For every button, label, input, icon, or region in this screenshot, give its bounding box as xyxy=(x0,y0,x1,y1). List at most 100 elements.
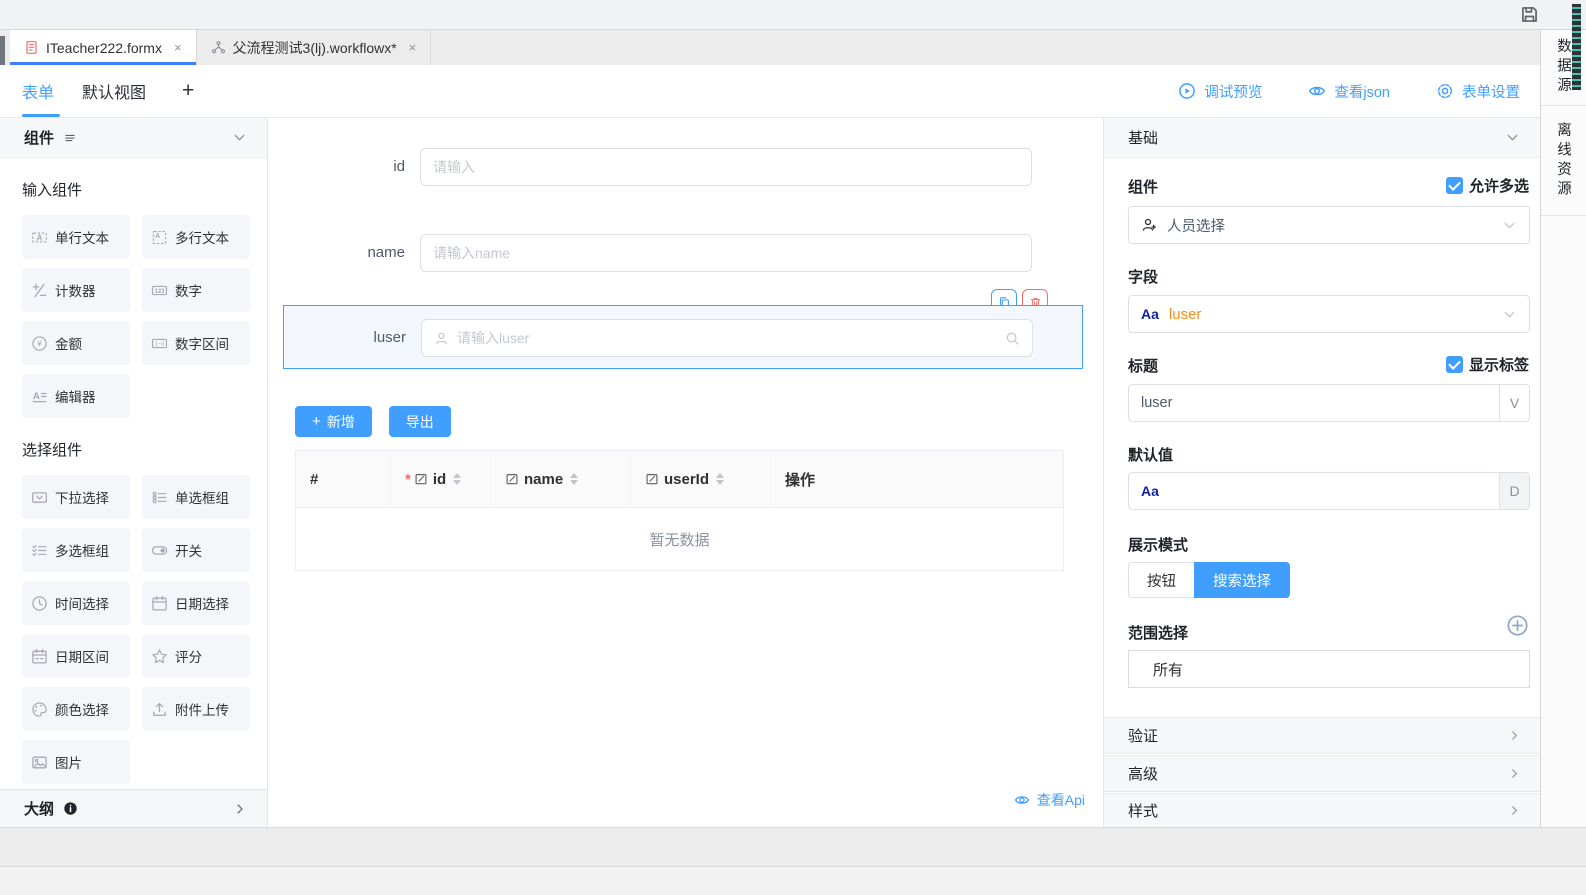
debug-preview-label: 调试预览 xyxy=(1204,81,1262,102)
component-label: 金额 xyxy=(55,333,82,353)
sidebar-header[interactable]: 组件 xyxy=(0,118,267,158)
component-label: 颜色选择 xyxy=(55,699,109,719)
column-userid[interactable]: userId xyxy=(631,451,771,507)
form-file-icon xyxy=(24,40,39,55)
mode-button-option[interactable]: 按钮 xyxy=(1128,562,1194,598)
form-canvas: id name luser + 新增 导出 xyxy=(268,118,1103,827)
component-date[interactable]: 日期选择 xyxy=(142,581,250,625)
type-badge: Aa xyxy=(1141,306,1159,322)
component-editor[interactable]: 编辑器 xyxy=(22,374,130,418)
form-settings-button[interactable]: 表单设置 xyxy=(1436,81,1520,102)
money-icon xyxy=(31,335,48,352)
field-select[interactable]: Aa luser xyxy=(1128,295,1530,333)
tab-default-view[interactable]: 默认视图 xyxy=(82,79,146,103)
component-money[interactable]: 金额 xyxy=(22,321,130,365)
display-mode-segment: 按钮 搜索选择 xyxy=(1128,562,1290,598)
component-label: 单行文本 xyxy=(55,227,109,247)
view-api-label: 查看Api xyxy=(1037,790,1085,810)
component-checkbox-group[interactable]: 多选框组 xyxy=(22,528,130,572)
column-id[interactable]: * id xyxy=(391,451,491,507)
chevron-down-icon xyxy=(1502,218,1517,233)
default-value-input[interactable] xyxy=(1169,483,1489,499)
column-name[interactable]: name xyxy=(491,451,631,507)
field-row-luser-selected[interactable]: luser xyxy=(283,305,1083,369)
component-label: 多选框组 xyxy=(55,540,109,560)
section-basic-header[interactable]: 基础 xyxy=(1104,118,1540,158)
outline-bar[interactable]: 大纲 xyxy=(0,789,267,827)
add-view-button[interactable]: + xyxy=(182,79,194,103)
tab-offline-resource[interactable]: 离线资源 xyxy=(1541,106,1586,216)
component-radio-group[interactable]: 单选框组 xyxy=(142,475,250,519)
hamburger-icon[interactable] xyxy=(64,132,76,144)
debug-preview-button[interactable]: 调试预览 xyxy=(1178,81,1262,102)
info-icon[interactable] xyxy=(63,801,78,816)
tab-form[interactable]: 表单 xyxy=(22,79,54,103)
select-icon xyxy=(31,489,48,506)
file-tab-workflowx[interactable]: 父流程测试3(lj).workflowx* × xyxy=(197,30,432,65)
file-tab-formx[interactable]: ITeacher222.formx × xyxy=(10,30,197,65)
component-date-range[interactable]: 日期区间 xyxy=(22,634,130,678)
title-input[interactable] xyxy=(1141,395,1489,411)
id-input[interactable] xyxy=(420,148,1032,186)
luser-picker-input[interactable] xyxy=(421,319,1033,357)
component-number[interactable]: 数字 xyxy=(142,268,250,312)
component-multi-text[interactable]: 多行文本 xyxy=(142,215,250,259)
sort-carets[interactable] xyxy=(570,473,578,485)
component-label: 时间选择 xyxy=(55,593,109,613)
component-upload[interactable]: 附件上传 xyxy=(142,687,250,731)
export-button[interactable]: 导出 xyxy=(389,406,451,437)
component-rating[interactable]: 评分 xyxy=(142,634,250,678)
add-row-button[interactable]: + 新增 xyxy=(295,406,372,437)
name-input[interactable] xyxy=(420,234,1032,272)
component-label: 编辑器 xyxy=(55,386,96,406)
sort-carets[interactable] xyxy=(453,473,461,485)
section-validation[interactable]: 验证 xyxy=(1104,717,1540,754)
chevron-right-icon xyxy=(1508,729,1521,742)
component-time[interactable]: 时间选择 xyxy=(22,581,130,625)
close-icon[interactable]: × xyxy=(174,40,182,55)
section-style[interactable]: 样式 xyxy=(1104,793,1540,827)
component-counter[interactable]: 计数器 xyxy=(22,268,130,312)
search-icon[interactable] xyxy=(1005,331,1020,346)
scrollbar-thumb[interactable] xyxy=(1569,1,1584,93)
checkbox-checked[interactable] xyxy=(1446,177,1463,194)
view-api-button[interactable]: 查看Api xyxy=(1014,790,1085,810)
plus-icon: + xyxy=(312,413,321,430)
component-number-range[interactable]: 数字区间 xyxy=(142,321,250,365)
plus-circle-icon[interactable] xyxy=(1506,614,1529,637)
component-single-text[interactable]: 单行文本 xyxy=(22,215,130,259)
number-icon xyxy=(151,282,168,299)
chevron-down-icon[interactable] xyxy=(232,130,247,145)
display-mode-prop-label: 展示模式 xyxy=(1128,534,1188,555)
range-select-value[interactable]: 所有 xyxy=(1128,650,1530,688)
column-label: 操作 xyxy=(785,469,815,490)
component-prop-label: 组件 xyxy=(1128,176,1158,197)
component-label: 单选框组 xyxy=(175,487,229,507)
mode-search-select-option[interactable]: 搜索选择 xyxy=(1194,562,1290,598)
title-prop-label: 标题 xyxy=(1128,355,1158,376)
component-color[interactable]: 颜色选择 xyxy=(22,687,130,731)
multi-text-icon xyxy=(151,229,168,246)
save-icon[interactable] xyxy=(1519,4,1540,25)
view-json-button[interactable]: 查看json xyxy=(1308,81,1390,102)
field-label: luser xyxy=(284,319,406,357)
workflow-icon xyxy=(211,40,226,55)
chevron-right-icon[interactable] xyxy=(233,802,247,816)
dynamic-toggle-button[interactable]: D xyxy=(1499,473,1529,509)
column-label: userId xyxy=(664,471,709,488)
component-switch[interactable]: 开关 xyxy=(142,528,250,572)
chevron-down-icon[interactable] xyxy=(1505,130,1520,145)
variable-toggle-button[interactable]: V xyxy=(1499,385,1529,421)
component-type-select[interactable]: 人员选择 xyxy=(1128,206,1530,244)
component-select[interactable]: 下拉选择 xyxy=(22,475,130,519)
close-icon[interactable]: × xyxy=(409,40,417,55)
luser-input[interactable] xyxy=(457,330,997,346)
checkbox-checked[interactable] xyxy=(1446,356,1463,373)
user-plus-icon xyxy=(1141,217,1157,233)
section-label: 高级 xyxy=(1128,763,1158,784)
sort-carets[interactable] xyxy=(716,473,724,485)
single-text-icon xyxy=(31,229,48,246)
section-advanced[interactable]: 高级 xyxy=(1104,755,1540,792)
component-image[interactable]: 图片 xyxy=(22,740,130,784)
edit-icon xyxy=(414,472,428,486)
